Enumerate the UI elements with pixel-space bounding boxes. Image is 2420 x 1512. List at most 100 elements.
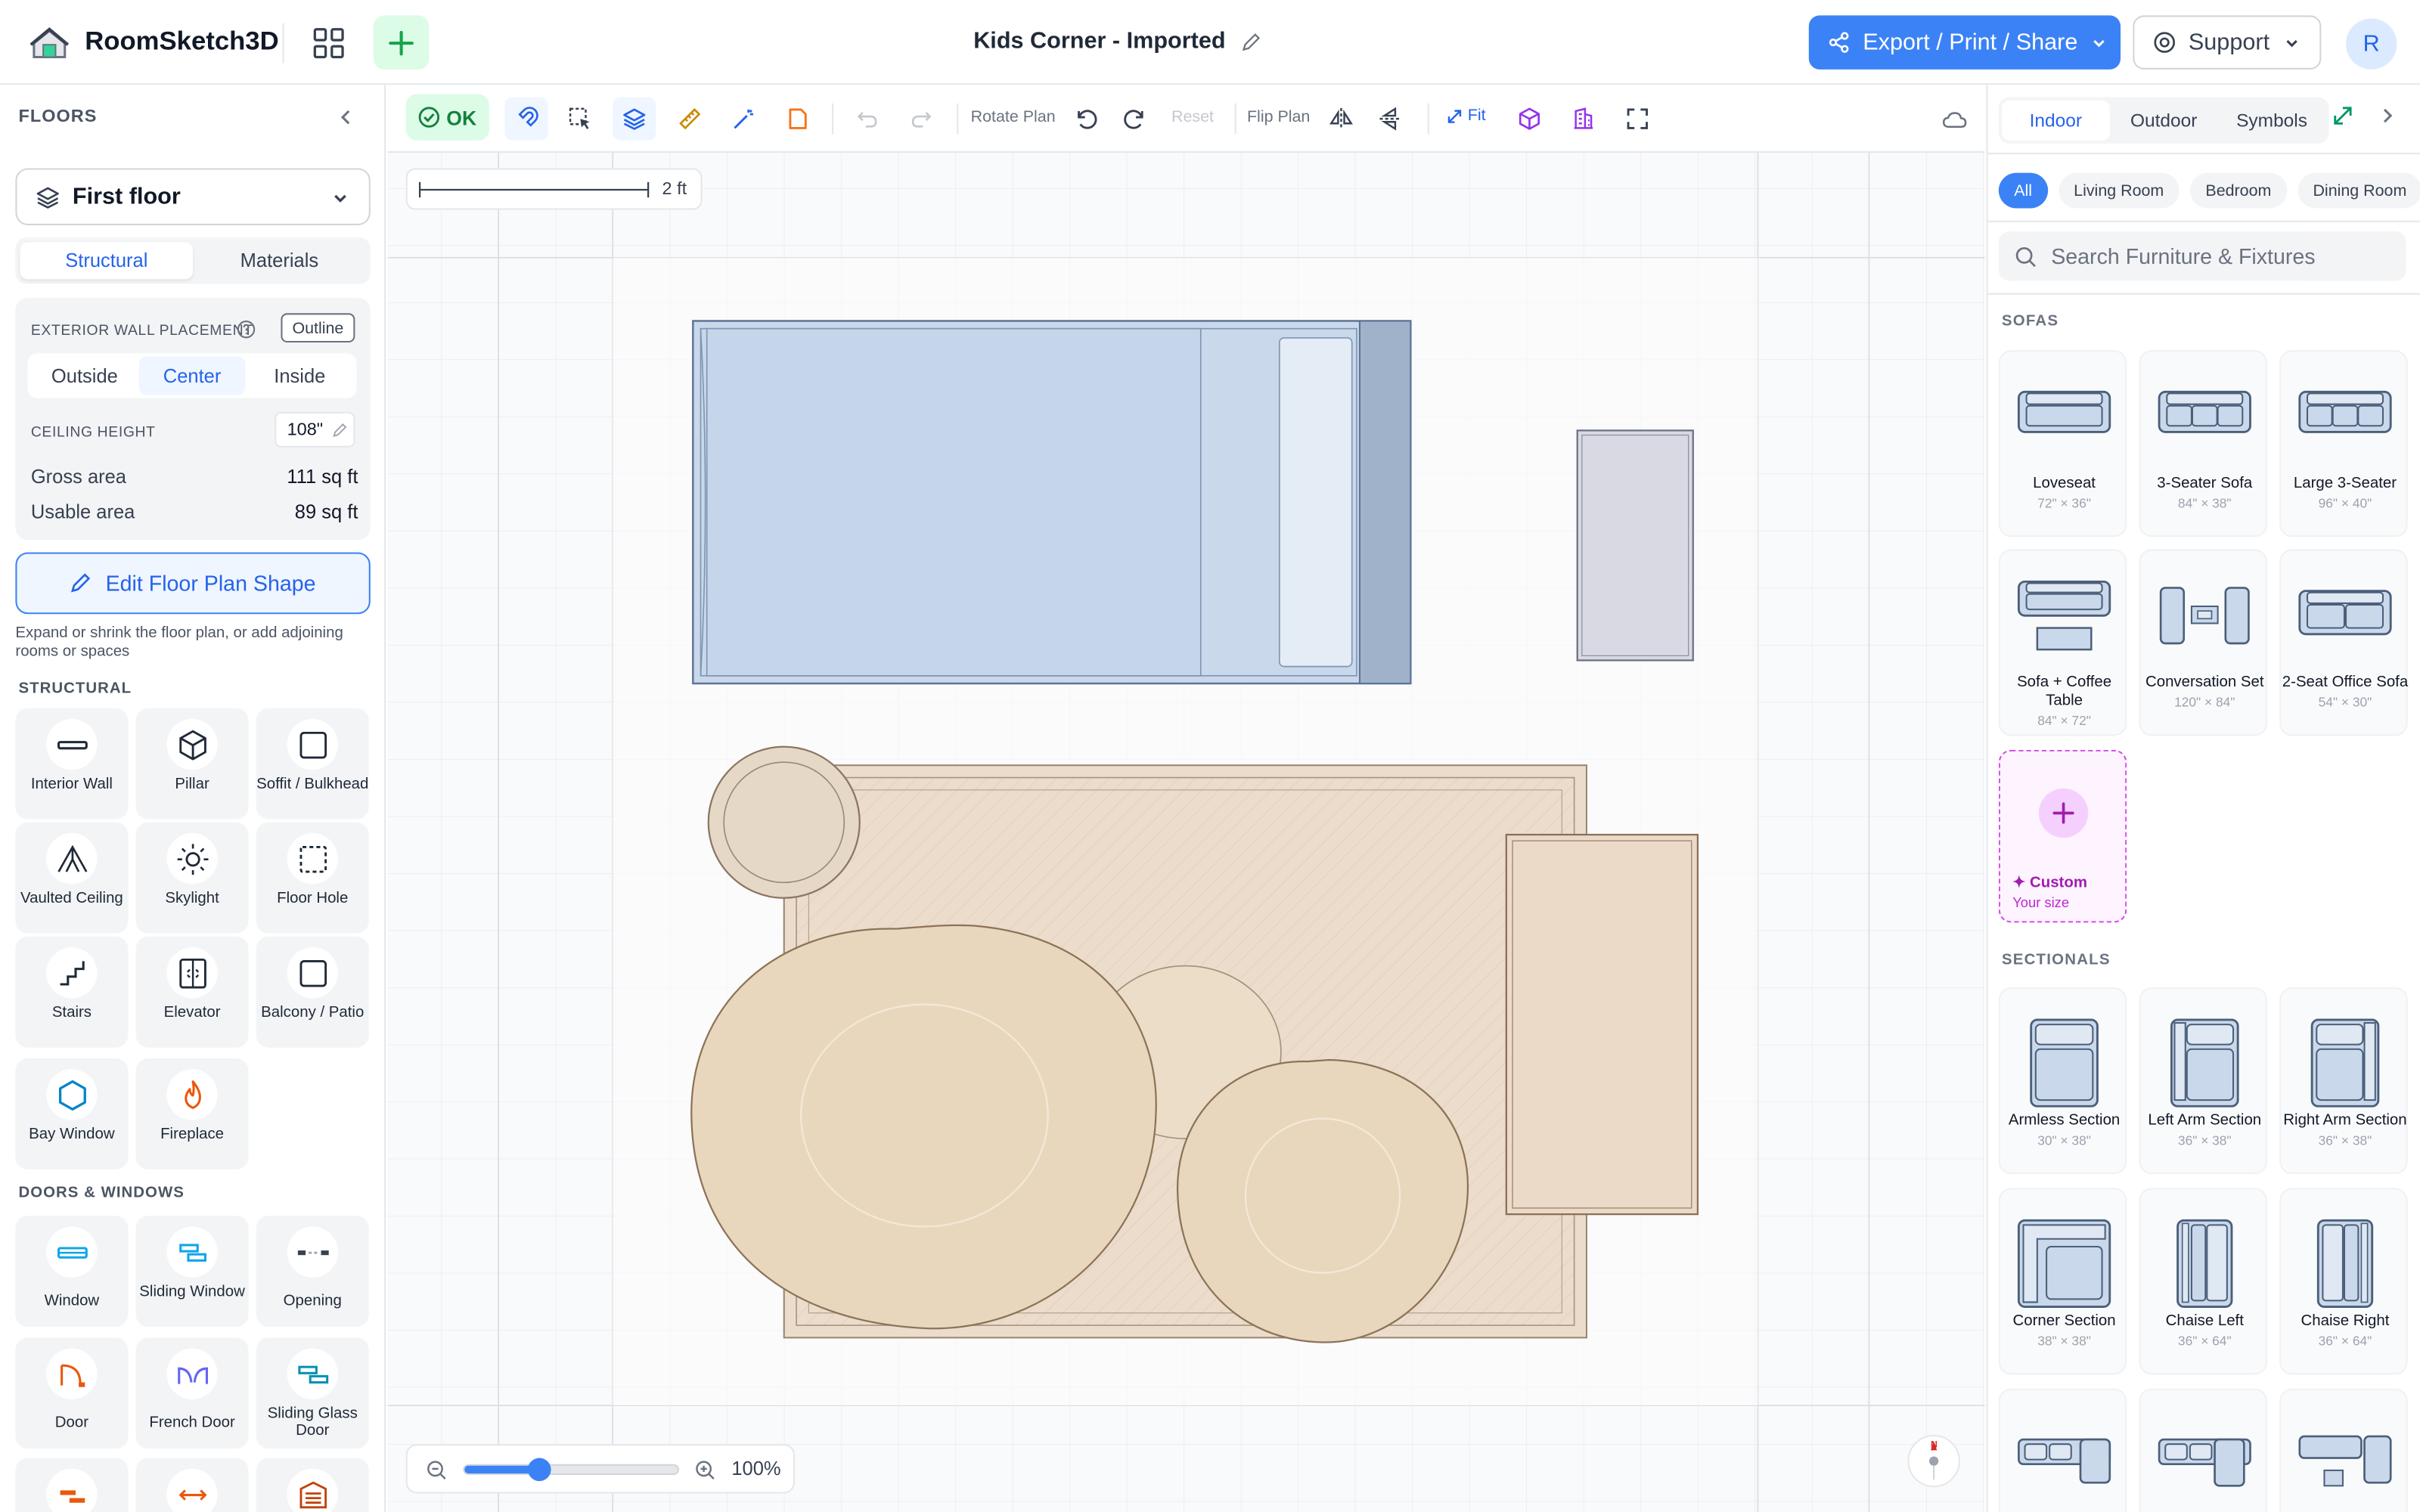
bed[interactable] [692, 320, 1412, 685]
flip-vertical-button[interactable] [1369, 98, 1412, 141]
tool-stairs[interactable]: Stairs [15, 936, 129, 1048]
round-side-table[interactable] [707, 745, 861, 899]
item-name: Armless Section 30" × 38" [2008, 1112, 2121, 1148]
outline-button[interactable]: Outline [281, 313, 355, 343]
support-button[interactable]: Support [2133, 15, 2322, 70]
item-custom-size[interactable]: ✦ Custom Your size [1998, 749, 2127, 923]
placement-center[interactable]: Center [138, 356, 247, 395]
search-input[interactable] [2051, 243, 2391, 269]
item-chaise-right[interactable]: Chaise Right 36" × 64" [2279, 1188, 2408, 1375]
tool-extra-1[interactable] [15, 1458, 129, 1512]
placement-outside[interactable]: Outside [31, 356, 138, 395]
tool-fireplace[interactable]: Fireplace [135, 1058, 249, 1170]
building-view-button[interactable] [1562, 98, 1605, 141]
storage-bench[interactable] [1505, 833, 1699, 1216]
tool-interior-wall[interactable]: Interior Wall [15, 708, 129, 820]
item-sectional-l-left[interactable] [1998, 1388, 2127, 1512]
edit-floor-plan-shape-button[interactable]: Edit Floor Plan Shape [15, 552, 371, 615]
tool-balcony[interactable]: Balcony / Patio [256, 936, 369, 1048]
floor-select[interactable]: First floor [15, 168, 371, 225]
chip-living-room[interactable]: Living Room [2058, 172, 2180, 209]
zoom-in-icon[interactable] [694, 1460, 716, 1482]
compass-widget[interactable]: N [1907, 1434, 1960, 1488]
tool-skylight[interactable]: Skylight [135, 822, 249, 934]
notes-button[interactable] [777, 98, 820, 141]
measure-button[interactable] [669, 98, 712, 141]
tool-elevator[interactable]: Elevator [135, 936, 249, 1048]
tab-outdoor[interactable]: Outdoor [2110, 101, 2218, 141]
item-loveseat[interactable]: Loveseat 72" × 36" [1998, 350, 2127, 538]
pencil-icon[interactable] [1241, 32, 1261, 52]
item-armless-section[interactable]: Armless Section 30" × 38" [1998, 987, 2127, 1175]
select-area-button[interactable] [559, 98, 602, 141]
chevron-left-icon[interactable] [335, 107, 357, 129]
cloud-sync-button[interactable] [1932, 98, 1975, 141]
chevron-right-icon[interactable] [2377, 105, 2399, 127]
ceiling-height-field[interactable]: 108" [275, 411, 355, 448]
fullscreen-button[interactable] [1616, 98, 1659, 141]
floor-plan-canvas[interactable]: OK Rotate Plan Reset Flip Plan Fit 2 ft … [387, 85, 1985, 1512]
layers-button[interactable] [613, 97, 656, 141]
chip-dining-room[interactable]: Dining Room [2297, 172, 2420, 209]
zoom-out-icon[interactable] [426, 1460, 448, 1482]
edit-shape-hint: Expand or shrink the floor plan, or add … [15, 624, 343, 661]
redo-button[interactable] [900, 98, 943, 141]
item-name: Large 3-Seater 96" × 40" [2293, 475, 2397, 511]
catalog-tabs: Indoor Outdoor Symbols [1998, 97, 2329, 144]
tab-materials[interactable]: Materials [193, 242, 366, 279]
item-sectional-l-right[interactable] [2139, 1388, 2267, 1512]
magnet-snap-button[interactable] [504, 97, 548, 141]
item-right-arm-section[interactable]: Right Arm Section 36" × 38" [2279, 987, 2408, 1175]
tool-opening[interactable]: Opening [256, 1216, 369, 1328]
reset-button[interactable]: Reset [1171, 108, 1214, 126]
flip-horizontal-button[interactable] [1320, 98, 1363, 141]
bay-window-icon [57, 1079, 85, 1110]
item-chaise-left[interactable]: Chaise Left 36" × 64" [2139, 1188, 2267, 1375]
tool-pillar[interactable]: Pillar [135, 708, 249, 820]
fit-button[interactable]: Fit [1446, 107, 1486, 125]
rotate-left-button[interactable] [1065, 98, 1108, 141]
zoom-slider-track[interactable] [463, 1458, 679, 1482]
export-print-share-button[interactable]: Export / Print / Share [1808, 15, 2121, 70]
view-3d-button[interactable] [1508, 98, 1551, 141]
tool-extra-2[interactable] [135, 1458, 249, 1512]
item-sectional-u[interactable] [2279, 1388, 2408, 1512]
help-icon[interactable] [236, 319, 256, 339]
tool-sliding-window[interactable]: Sliding Window [135, 1216, 249, 1328]
expand-panel-icon[interactable] [2332, 105, 2354, 127]
small-cabinet[interactable] [1576, 429, 1694, 662]
tool-soffit[interactable]: Soffit / Bulkhead [256, 708, 369, 820]
undo-button[interactable] [845, 98, 889, 141]
chip-all[interactable]: All [1998, 172, 2048, 209]
tool-vaulted-ceiling[interactable]: Vaulted Ceiling [15, 822, 129, 934]
tab-symbols[interactable]: Symbols [2218, 101, 2326, 141]
placement-inside[interactable]: Inside [246, 356, 353, 395]
tool-door[interactable]: Door [15, 1337, 129, 1449]
tool-sliding-glass-door[interactable]: Sliding Glass Door [256, 1337, 369, 1449]
item-conversation-set[interactable]: Conversation Set 120" × 84" [2139, 549, 2267, 736]
tool-french-door[interactable]: French Door [135, 1337, 249, 1449]
tool-floor-hole[interactable]: Floor Hole [256, 822, 369, 934]
app-root: RoomSketch3D Kids Corner - Imported Expo… [0, 0, 2420, 1512]
chip-bedroom[interactable]: Bedroom [2189, 172, 2287, 209]
ok-status-button[interactable]: OK [405, 94, 489, 141]
check-circle-icon [419, 107, 440, 128]
item-3-seater-sofa[interactable]: 3-Seater Sofa 84" × 38" [2139, 350, 2267, 538]
item-large-3-seater[interactable]: Large 3-Seater 96" × 40" [2279, 350, 2408, 538]
item-sofa-coffee-table[interactable]: Sofa + Coffee Table 84" × 72" [1998, 549, 2127, 736]
user-avatar[interactable]: R [2346, 18, 2397, 70]
item-2-seat-office-sofa[interactable]: 2-Seat Office Sofa 54" × 30" [2279, 549, 2408, 736]
item-corner-section[interactable]: Corner Section 38" × 38" [1998, 1188, 2127, 1375]
rotate-right-button[interactable] [1112, 98, 1156, 141]
large-bean-bag[interactable] [690, 924, 1157, 1330]
tool-window[interactable]: Window [15, 1216, 129, 1328]
item-left-arm-section[interactable]: Left Arm Section 36" × 38" [2139, 987, 2267, 1175]
document-title-text: Kids Corner - Imported [973, 27, 1226, 54]
tab-structural[interactable]: Structural [20, 242, 194, 280]
tool-bay-window[interactable]: Bay Window [15, 1058, 129, 1170]
tool-extra-3[interactable] [256, 1458, 369, 1512]
custom-label: ✦ Custom [2012, 875, 2087, 892]
magic-wand-button[interactable] [722, 98, 765, 141]
tab-indoor[interactable]: Indoor [2001, 100, 2110, 141]
zoom-slider-thumb[interactable] [528, 1458, 552, 1482]
